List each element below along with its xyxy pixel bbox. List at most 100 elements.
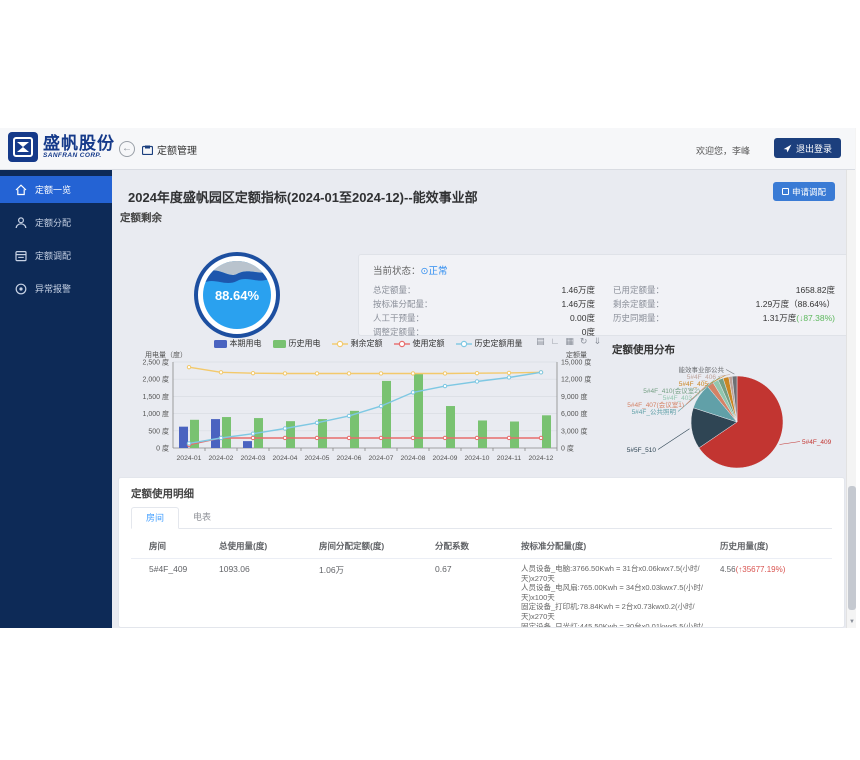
sidebar-item-1[interactable]: 定额一览	[0, 176, 112, 203]
company-name-en: SANFRAN CORP.	[43, 152, 115, 159]
svg-text:2024-11: 2024-11	[497, 455, 522, 462]
scroll-down-arrow[interactable]: ▼	[847, 619, 857, 625]
svg-text:2024-08: 2024-08	[401, 455, 426, 462]
detail-tab-电表[interactable]: 电表	[179, 507, 225, 528]
apply-adjust-label: 申请调配	[792, 186, 826, 198]
legend-line-marker	[456, 340, 472, 348]
status-field: 人工干预量：0.00度	[373, 311, 595, 325]
cell-room-quota: 1.06万	[319, 564, 435, 576]
pie-chart-title: 定额使用分布	[612, 342, 675, 357]
svg-text:1,500 度: 1,500 度	[143, 392, 169, 401]
company-name-block: 盛帆股份 SANFRAN CORP.	[43, 135, 115, 159]
column-header: 房间分配定额(度)	[319, 540, 435, 552]
breadcrumb-label: 定额管理	[157, 142, 197, 157]
apply-adjust-icon	[782, 188, 789, 195]
quota-remaining-gauge: 88.64%	[192, 250, 282, 340]
company-name-zh: 盛帆股份	[43, 135, 115, 152]
pie-label: 能效事业部公共	[679, 365, 725, 374]
status-field: 已用定额量：1658.82度	[613, 283, 835, 297]
sidebar-item-2[interactable]: 定额分配	[0, 209, 112, 236]
breadcrumb: 定额管理	[142, 142, 197, 157]
column-header: 按标准分配量(度)	[521, 540, 720, 552]
sidebar-item-label: 定额一览	[35, 183, 71, 196]
sidebar-item-4[interactable]: 异常报警	[0, 275, 112, 302]
detail-table: 房间总使用量(度)房间分配定额(度)分配系数按标准分配量(度)历史用量(度)5#…	[131, 535, 832, 628]
bar-line-chart-svg[interactable]: 0 度 0 度 500 度 3,000 度 1,000 度 6,000 度 1,500 度 9…	[133, 348, 603, 480]
cell-history: 4.56(↑35677.19%)	[720, 564, 832, 574]
top-header-bar: 盛帆股份 SANFRAN CORP. ← 定额管理 欢迎您，李峰 退出登录	[0, 128, 855, 170]
data-view-icon[interactable]: ▤	[536, 336, 545, 347]
paper-plane-icon	[783, 144, 792, 153]
legend-swatch	[214, 340, 227, 348]
svg-text:2024-01: 2024-01	[177, 455, 202, 462]
current-status-label: 当前状态：	[373, 266, 421, 277]
current-status-card: 当前状态：⊙正常 总定额量：1.46万度按标准分配量：1.46万度人工干预量：0…	[358, 254, 850, 336]
pie-label: 5#4F_405	[679, 381, 709, 388]
gauge-percent: 88.64%	[192, 288, 282, 303]
sidebar-nav: 定额一览定额分配定额调配异常报警	[0, 170, 112, 628]
svg-text:2024-10: 2024-10	[465, 455, 490, 462]
column-header: 分配系数	[435, 540, 521, 552]
svg-text:6,000 度: 6,000 度	[561, 409, 587, 418]
quota-detail-title: 定额使用明细	[131, 486, 832, 501]
chart-toolbox: ▤ ∟ ▦ ↻ ⇓	[536, 336, 601, 347]
svg-text:1,000 度: 1,000 度	[143, 409, 169, 418]
svg-text:15,000 度: 15,000 度	[561, 358, 591, 367]
column-header: 房间	[131, 540, 219, 552]
detail-tab-房间[interactable]: 房间	[131, 507, 179, 529]
screenshot-canvas: 盛帆股份 SANFRAN CORP. ← 定额管理 欢迎您，李峰 退出登录	[0, 0, 860, 760]
standard-allocation-line: 固定设备_打印机:78.84Kwh = 2台x0.73kwx0.2(小时/天)x…	[521, 602, 720, 621]
svg-text:0 度: 0 度	[156, 444, 169, 453]
scrollbar-thumb[interactable]	[848, 486, 856, 610]
column-header: 总使用量(度)	[219, 540, 319, 552]
company-logo-icon	[8, 132, 38, 162]
axis-pointer-icon[interactable]: ∟	[551, 336, 560, 347]
standard-allocation-line: 人员设备_电脑:3766.50Kwh = 31台x0.06kwx7.5(小时/天…	[521, 564, 720, 583]
quota-distribution-pie[interactable]: 5#4F_4095#5F_5105#4F_公共照明5#4F_407(会议室1)5…	[604, 364, 854, 472]
status-fields-left: 总定额量：1.46万度按标准分配量：1.46万度人工干预量：0.00度调整定额量…	[373, 283, 595, 339]
apply-adjust-button[interactable]: 申请调配	[773, 182, 835, 201]
legend-line-marker	[332, 340, 348, 348]
page-title: 2024年度盛帆园区定额指标(2024-01至2024-12)--能效事业部	[128, 187, 478, 206]
legend-line-marker	[394, 340, 410, 348]
svg-text:12,000 度: 12,000 度	[561, 375, 591, 384]
pie-label: 5#4F_409	[802, 439, 832, 446]
table-row[interactable]: 5#4F_4091093.061.06万0.67人员设备_电脑:3766.50K…	[131, 558, 832, 628]
svg-text:500 度: 500 度	[148, 426, 169, 435]
standard-allocation-line: 固定设备_日光灯:445.50Kwh = 30台x0.01kwx5.5(小时/天…	[521, 622, 720, 628]
sidebar-item-label: 定额分配	[35, 216, 71, 229]
download-icon[interactable]: ⇓	[593, 336, 601, 347]
detail-tabs: 房间电表	[131, 507, 832, 529]
status-field: 剩余定额量：1.29万度（88.64%）	[613, 297, 835, 311]
sidebar-item-3[interactable]: 定额调配	[0, 242, 112, 269]
svg-text:3,000 度: 3,000 度	[561, 426, 587, 435]
svg-text:2024-05: 2024-05	[305, 455, 330, 462]
sidebar-item-label: 定额调配	[35, 249, 71, 262]
usage-trend-chart: 本期用电历史用电剩余定额使用定额历史定额用量 ▤∟▦↻⇓ 用电量（度） 定额量 …	[133, 336, 603, 482]
sidebar-item-label: 异常报警	[35, 282, 71, 295]
page-scrollbar[interactable]: ▲ ▼	[846, 128, 856, 628]
svg-text:2024-02: 2024-02	[209, 455, 234, 462]
bar-switch-icon[interactable]: ▦	[565, 336, 574, 347]
cell-coefficient: 0.67	[435, 564, 521, 574]
pie-label: 5#4F_406	[687, 374, 717, 381]
back-button[interactable]: ←	[119, 141, 135, 157]
restore-icon[interactable]: ↻	[580, 336, 588, 347]
svg-text:2,000 度: 2,000 度	[143, 375, 169, 384]
welcome-text: 欢迎您，李峰	[696, 144, 750, 157]
card-icon	[14, 249, 28, 263]
svg-text:2024-03: 2024-03	[241, 455, 266, 462]
app-window: 盛帆股份 SANFRAN CORP. ← 定额管理 欢迎您，李峰 退出登录	[0, 128, 855, 628]
svg-text:2024-04: 2024-04	[273, 455, 298, 462]
status-field: 按标准分配量：1.46万度	[373, 297, 595, 311]
cell-standard-allocation: 人员设备_电脑:3766.50Kwh = 31台x0.06kwx7.5(小时/天…	[521, 564, 720, 628]
svg-text:0 度: 0 度	[561, 444, 574, 453]
svg-text:2024-09: 2024-09	[433, 455, 458, 462]
pie-label: 5#4F_403	[663, 395, 693, 402]
pie-label: 5#5F_510	[627, 447, 657, 454]
logout-button[interactable]: 退出登录	[774, 138, 841, 158]
cell-total-used: 1093.06	[219, 564, 319, 574]
quota-management-icon	[142, 145, 153, 155]
status-field: 历史同期量：1.31万度(↓87.38%)	[613, 311, 835, 325]
svg-text:9,000 度: 9,000 度	[561, 392, 587, 401]
